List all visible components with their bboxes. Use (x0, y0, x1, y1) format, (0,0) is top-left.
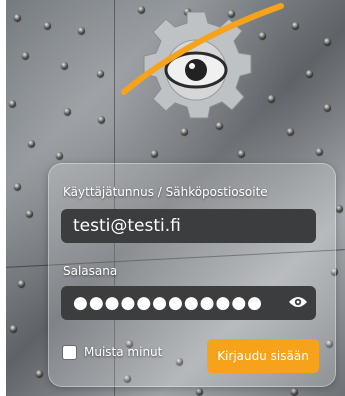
remember-me[interactable]: Muista minut (63, 345, 162, 359)
password-input[interactable]: ●●●●●●●●●●●● (61, 286, 316, 320)
rivet (324, 104, 331, 111)
rivet (56, 152, 63, 159)
rivet (151, 150, 158, 157)
rivet (287, 128, 294, 135)
rivet (316, 148, 323, 155)
metal-background: Käyttäjätunnus / Sähköpostiosoite testi@… (6, 0, 345, 396)
rivet (292, 22, 299, 29)
rivet (98, 116, 105, 123)
rivet (9, 100, 16, 107)
rivet (336, 205, 343, 212)
rivet (10, 325, 17, 332)
rivet (44, 22, 51, 29)
rivet (28, 140, 35, 147)
password-label: Salasana (63, 264, 118, 278)
rivet (78, 27, 85, 34)
rivet (196, 388, 203, 395)
username-input[interactable]: testi@testi.fi (61, 209, 316, 243)
rivet (97, 70, 104, 77)
eye-icon[interactable] (288, 294, 308, 310)
login-button[interactable]: Kirjaudu sisään (207, 339, 319, 373)
rivet (306, 70, 313, 77)
rivet (324, 38, 331, 45)
rivet (26, 210, 33, 217)
rivet (14, 14, 21, 21)
username-label: Käyttäjätunnus / Sähköpostiosoite (63, 185, 268, 199)
rivet (36, 370, 43, 377)
brand-logo (121, 3, 284, 119)
rivet (64, 108, 71, 115)
remember-checkbox[interactable] (63, 345, 76, 359)
remember-label: Muista minut (84, 345, 163, 359)
rivet (22, 52, 29, 59)
login-card: Käyttäjätunnus / Sähköpostiosoite testi@… (48, 163, 336, 387)
password-value: ●●●●●●●●●●●● (73, 293, 264, 313)
rivet (61, 62, 68, 69)
rivet (238, 150, 245, 157)
rivet (291, 388, 298, 395)
rivet (14, 183, 21, 190)
rivet (18, 280, 25, 287)
